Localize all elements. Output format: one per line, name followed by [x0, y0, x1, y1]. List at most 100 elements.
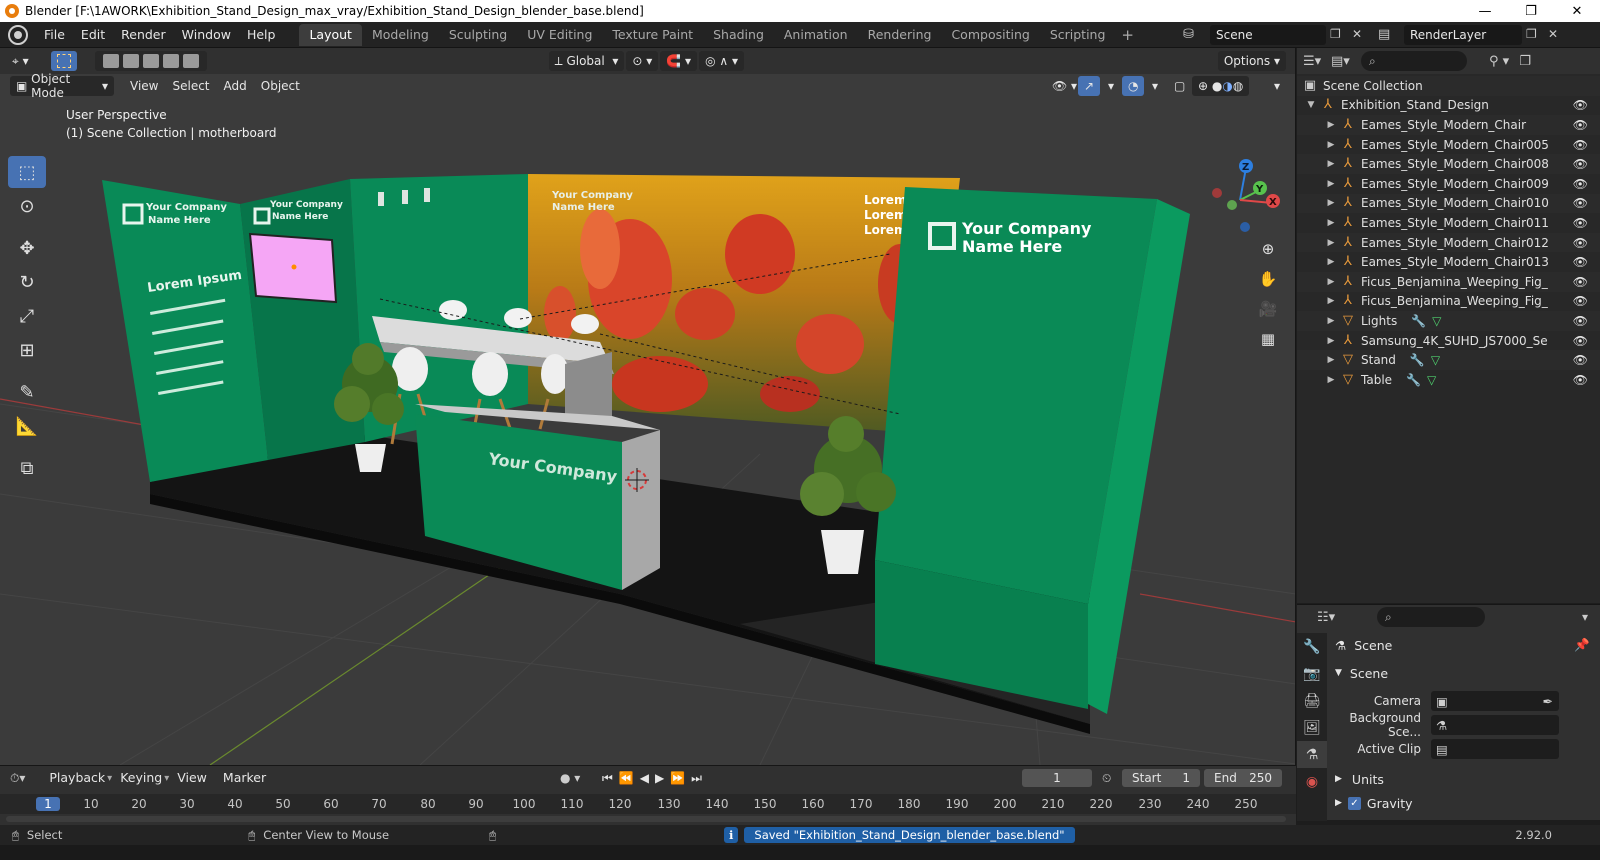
expand-arrow-icon[interactable]: ▶: [1325, 355, 1337, 365]
background-scene-field[interactable]: ⚗: [1431, 715, 1559, 735]
timeline-ruler[interactable]: 1 10 20 30 40 50 60 70 80 90 100 110 120…: [0, 794, 1296, 814]
tab-shading[interactable]: Shading: [703, 24, 774, 46]
visibility-eye-icon[interactable]: 👁: [1573, 196, 1588, 210]
shading-mode-icons[interactable]: ⊕ ● ◑ ◍: [1192, 76, 1250, 96]
outliner-item[interactable]: ▶ ⅄ Samsung_4K_SUHD_JS7000_Se 👁: [1297, 331, 1600, 351]
gizmo-dropdown-icon[interactable]: ▾: [1102, 76, 1120, 96]
tab-texture-paint[interactable]: Texture Paint: [602, 24, 703, 46]
gizmo-neg-z[interactable]: [1240, 222, 1250, 232]
remove-scene-icon[interactable]: ✕: [1352, 27, 1362, 41]
gizmo-neg-y[interactable]: [1227, 200, 1237, 210]
properties-editor-type-icon[interactable]: ☷▾: [1317, 610, 1377, 625]
pin-icon[interactable]: 📌: [1574, 637, 1590, 653]
units-panel-header[interactable]: ▶ Units: [1327, 767, 1600, 791]
move-tool-icon[interactable]: ✥: [8, 232, 46, 264]
visibility-eye-icon[interactable]: 👁: [1573, 353, 1588, 367]
camera-field[interactable]: ▣ ✒: [1431, 691, 1559, 711]
expand-arrow-icon[interactable]: ▶: [1325, 179, 1337, 189]
gravity-panel-header[interactable]: ▶ ✓ Gravity: [1327, 791, 1600, 815]
add-cube-tool-icon[interactable]: ⧉: [8, 452, 46, 484]
menu-edit[interactable]: Edit: [73, 22, 113, 48]
xray-toggle-icon[interactable]: ▢: [1168, 76, 1191, 96]
expand-arrow-icon[interactable]: ▶: [1325, 218, 1337, 228]
transform-orientation-dropdown[interactable]: ⟂ Global ▾: [548, 51, 625, 71]
timeline-menu-view[interactable]: View: [169, 765, 215, 791]
outliner-item[interactable]: ▶ ▽ Lights 🔧▽ 👁: [1297, 311, 1600, 331]
visibility-eye-icon[interactable]: 👁: [1573, 98, 1588, 112]
expand-arrow-icon[interactable]: ▶: [1335, 798, 1342, 808]
3d-viewport[interactable]: ⌖ ▾ ⟂ Global ▾ ⊙ ▾ 🧲 ▾ ◎ ∧ ▾ Options ▾ Y…: [0, 48, 1296, 765]
record-icon[interactable]: ● ▾: [560, 771, 580, 785]
gravity-checkbox[interactable]: ✓: [1347, 796, 1361, 810]
tab-sculpting[interactable]: Sculpting: [439, 24, 517, 46]
navigation-gizmo[interactable]: Z Y X: [1206, 156, 1286, 236]
snap-icon[interactable]: 🧲 ▾: [660, 51, 698, 71]
add-workspace-icon[interactable]: +: [1115, 26, 1140, 44]
expand-arrow-icon[interactable]: ▶: [1325, 120, 1337, 130]
expand-arrow-icon[interactable]: ▶: [1325, 198, 1337, 208]
pivot-point-icon[interactable]: ⊙ ▾: [626, 51, 659, 71]
view-layer-field[interactable]: RenderLayer: [1404, 25, 1522, 45]
filter-icon[interactable]: ⚲ ▾: [1489, 54, 1509, 69]
new-scene-icon[interactable]: ❐: [1330, 27, 1341, 41]
outliner-editor-type-icon[interactable]: ☰▾: [1303, 54, 1331, 69]
scene-tab-icon[interactable]: ⚗: [1297, 741, 1327, 768]
current-frame-field[interactable]: 1: [1022, 769, 1092, 787]
outliner-item[interactable]: ▶ ▽ Stand 🔧▽ 👁: [1297, 350, 1600, 370]
viewport-menu-object[interactable]: Object: [255, 76, 306, 96]
tab-layout[interactable]: Layout: [299, 23, 362, 46]
visibility-eye-icon[interactable]: 👁: [1573, 157, 1588, 171]
playback-controls[interactable]: ⏮⏪◀▶⏩⏭: [602, 771, 708, 786]
visibility-eye-icon[interactable]: 👁: [1573, 138, 1588, 152]
timeline-editor-type-icon[interactable]: ⏱▾: [10, 771, 25, 786]
measure-tool-icon[interactable]: 📐: [8, 410, 46, 442]
visibility-eye-icon[interactable]: 👁: [1573, 255, 1588, 269]
blender-logo-icon[interactable]: [8, 24, 28, 45]
expand-arrow-icon[interactable]: ▶: [1325, 336, 1337, 346]
output-tab-icon[interactable]: 🖨: [1297, 687, 1327, 714]
outliner-item[interactable]: ▶ ⅄ Ficus_Benjamina_Weeping_Fig_ 👁: [1297, 292, 1600, 312]
cursor-tool-icon[interactable]: ⊙: [8, 190, 46, 222]
outliner-item[interactable]: ▶ ⅄ Eames_Style_Modern_Chair010 👁: [1297, 193, 1600, 214]
object-mode-dropdown[interactable]: ▣ Object Mode ▾: [10, 72, 114, 100]
scene-name-field[interactable]: Scene: [1210, 25, 1326, 45]
tab-compositing[interactable]: Compositing: [941, 24, 1039, 46]
overlays-toggle-icon[interactable]: ◔: [1122, 76, 1145, 96]
visibility-eye-icon[interactable]: 👁: [1573, 216, 1588, 230]
scene-selector-icon[interactable]: ⛁: [1183, 27, 1194, 42]
outliner-search-input[interactable]: ⌕: [1361, 51, 1467, 71]
collection-row[interactable]: ▼ ⅄ Exhibition_Stand_Design 👁: [1297, 96, 1600, 116]
outliner-item[interactable]: ▶ ⅄ Eames_Style_Modern_Chair011 👁: [1297, 213, 1600, 233]
expand-arrow-icon[interactable]: ▶: [1325, 257, 1337, 267]
stopwatch-icon[interactable]: ⏲: [1102, 771, 1111, 786]
select-box-tool-icon[interactable]: ⬚: [8, 156, 46, 188]
visibility-eye-icon[interactable]: 👁: [1573, 118, 1588, 132]
expand-arrow-icon[interactable]: ▶: [1325, 277, 1337, 287]
menu-file[interactable]: File: [36, 22, 73, 48]
outliner-item[interactable]: ▶ ⅄ Eames_Style_Modern_Chair 👁: [1297, 115, 1600, 135]
close-button[interactable]: ✕: [1554, 0, 1600, 22]
properties-search-input[interactable]: ⌕: [1377, 607, 1485, 627]
expand-arrow-icon[interactable]: ▶: [1325, 238, 1337, 248]
tab-uv-editing[interactable]: UV Editing: [517, 24, 602, 46]
expand-arrow-icon[interactable]: ▶: [1325, 375, 1337, 385]
outliner-item[interactable]: ▶ ⅄ Eames_Style_Modern_Chair009 👁: [1297, 174, 1600, 194]
menu-help[interactable]: Help: [239, 22, 284, 48]
visibility-eye-icon[interactable]: 👁: [1573, 334, 1588, 348]
visibility-eye-icon[interactable]: 👁: [1573, 177, 1588, 191]
outliner-item[interactable]: ▶ ⅄ Eames_Style_Modern_Chair008 👁: [1297, 154, 1600, 174]
outliner-item[interactable]: ▶ ⅄ Eames_Style_Modern_Chair005 👁: [1297, 135, 1600, 155]
visibility-eye-icon[interactable]: 👁: [1573, 275, 1588, 289]
new-collection-icon[interactable]: ❐: [1519, 54, 1531, 69]
ruler-tick-current[interactable]: 1: [36, 797, 60, 811]
timeline-menu-marker[interactable]: Marker: [215, 765, 274, 791]
expand-arrow-icon[interactable]: ▶: [1335, 774, 1342, 784]
render-tab-icon[interactable]: 📷: [1297, 660, 1327, 687]
viewport-menu-view[interactable]: View: [124, 76, 164, 96]
viewport-menu-add[interactable]: Add: [218, 76, 253, 96]
expand-arrow-icon[interactable]: ▶: [1325, 140, 1337, 150]
select-tool-icon[interactable]: [50, 51, 77, 71]
transform-tool-icon[interactable]: ⊞: [8, 334, 46, 366]
pan-hand-icon[interactable]: ✋: [1255, 266, 1281, 292]
timeline-menu-keying[interactable]: Keying: [112, 765, 170, 791]
